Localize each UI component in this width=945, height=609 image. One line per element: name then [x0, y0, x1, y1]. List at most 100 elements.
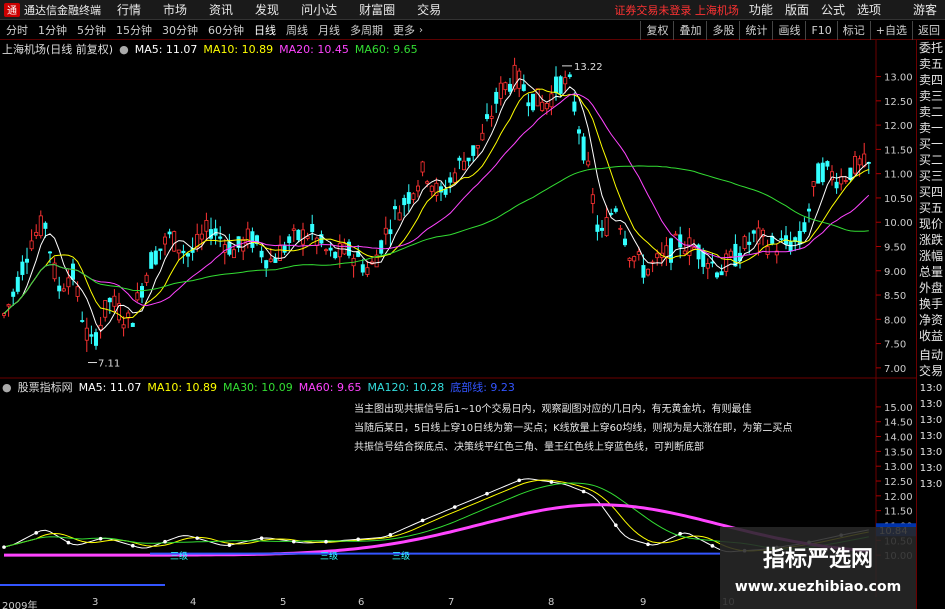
period-60min[interactable]: 60分钟: [208, 22, 244, 38]
period-monthly[interactable]: 月线: [318, 22, 340, 38]
menu-jiaoyi[interactable]: 交易: [417, 1, 441, 18]
quote-item-7[interactable]: 买二: [917, 152, 945, 168]
menu-faxian[interactable]: 发现: [255, 1, 279, 18]
settings-dot-icon[interactable]: ●: [2, 381, 12, 394]
candle-body: [167, 231, 172, 235]
candle-body: [204, 220, 209, 232]
login-notice[interactable]: 证券交易未登录 上海机场: [614, 2, 739, 18]
quote-item-17[interactable]: 净资: [917, 312, 945, 328]
candle-body: [328, 247, 333, 251]
menu-gongneng[interactable]: 功能: [749, 1, 773, 18]
quote-item-3[interactable]: 卖三: [917, 88, 945, 104]
candle-body: [540, 101, 545, 111]
ind-y-tick-label: 15.00: [884, 403, 913, 414]
ind-signal-dot: [98, 536, 103, 541]
ind-signal-dot: [485, 491, 489, 496]
guest-button[interactable]: 游客: [913, 1, 937, 18]
menu-shichang[interactable]: 市场: [163, 1, 187, 18]
y-tick-label: 11.50: [884, 145, 913, 156]
tool-fanhui[interactable]: 返回: [912, 20, 945, 40]
candle-body: [57, 285, 62, 292]
candle-body: [323, 249, 328, 252]
period-15min[interactable]: 15分钟: [116, 22, 152, 38]
candle-body: [185, 253, 190, 257]
tool-tongji[interactable]: 统计: [739, 20, 772, 40]
period-multi[interactable]: 多周期: [350, 22, 383, 38]
quote-time-2: 13:0: [919, 415, 943, 426]
period-1min[interactable]: 1分钟: [38, 22, 67, 38]
tool-huaxian[interactable]: 画线: [772, 20, 805, 40]
chevron-right-icon[interactable]: ›: [419, 25, 423, 36]
tool-diejia[interactable]: 叠加: [673, 20, 706, 40]
candle-body: [751, 230, 756, 234]
candle-body: [162, 236, 167, 245]
tool-f10[interactable]: F10: [805, 20, 836, 40]
quote-item-20[interactable]: 交易: [917, 363, 945, 379]
candle-body: [641, 265, 646, 278]
candle-body: [365, 267, 370, 275]
period-weekly[interactable]: 周线: [286, 22, 308, 38]
quote-item-2[interactable]: 卖四: [917, 72, 945, 88]
candle-body: [475, 145, 480, 149]
candle-body: [420, 161, 425, 173]
quote-item-12[interactable]: 涨跌: [917, 232, 945, 248]
ind-y-tick-label: 14.50: [884, 418, 913, 429]
candle-body: [195, 233, 200, 248]
candle-body: [43, 222, 48, 229]
quote-item-14[interactable]: 总量: [917, 264, 945, 280]
quote-item-9[interactable]: 买四: [917, 184, 945, 200]
quote-item-13[interactable]: 涨幅: [917, 248, 945, 264]
quote-item-15[interactable]: 外盘: [917, 280, 945, 296]
menu-banmian[interactable]: 版面: [785, 1, 809, 18]
candle-body: [199, 233, 204, 240]
candle-body: [857, 158, 862, 166]
quote-item-16[interactable]: 换手: [917, 296, 945, 312]
tool-duogu[interactable]: 多股: [706, 20, 739, 40]
menu-gongshi[interactable]: 公式: [821, 1, 845, 18]
watermark-url: www.xuezhibiao.com: [734, 579, 902, 595]
menu-xuanxiang[interactable]: 选项: [857, 1, 881, 18]
x-tick-label: 6: [358, 597, 365, 608]
candle-body: [11, 291, 16, 297]
period-fenshi[interactable]: 分时: [6, 22, 28, 38]
tool-zixuan[interactable]: +自选: [869, 20, 912, 40]
menu-wenxiaoda[interactable]: 问小达: [301, 1, 337, 18]
period-daily[interactable]: 日线: [254, 22, 276, 38]
y-tick-label: 10.50: [884, 194, 913, 205]
low-price-label: 7.11: [98, 359, 120, 370]
quote-item-5[interactable]: 卖一: [917, 120, 945, 136]
candle-body: [807, 208, 812, 212]
quote-item-11[interactable]: 现价: [917, 216, 945, 232]
ind-signal-dot: [420, 518, 425, 523]
candle-body: [415, 185, 420, 192]
tool-biaoji[interactable]: 标记: [836, 20, 870, 40]
menu-zixun[interactable]: 资讯: [209, 1, 233, 18]
quote-item-8[interactable]: 买三: [917, 168, 945, 184]
menu-hangqing[interactable]: 行情: [117, 1, 141, 18]
quote-item-0[interactable]: 委托: [917, 40, 945, 56]
tool-fuquan[interactable]: 复权: [640, 20, 673, 40]
candle-body: [627, 257, 632, 261]
y-tick-label: 7.50: [884, 340, 906, 351]
ind-signal-dot: [2, 545, 6, 549]
period-30min[interactable]: 30分钟: [162, 22, 198, 38]
ind-y-tick-label: 12.00: [884, 492, 913, 503]
menu-caifuquan[interactable]: 财富圈: [359, 1, 395, 18]
candle-body: [429, 185, 434, 192]
quote-item-1[interactable]: 卖五: [917, 56, 945, 72]
quote-item-10[interactable]: 买五: [917, 200, 945, 216]
kline-chart[interactable]: 13.00 12.50 12.00 11.50 11.00 10.50 10.00 9.50 9…: [0, 40, 916, 597]
settings-dot-icon[interactable]: ●: [119, 43, 129, 56]
candle-body: [581, 136, 586, 161]
candle-body: [112, 295, 117, 307]
quote-item-19[interactable]: 自动: [917, 347, 945, 363]
ind-y-tick-label: 12.50: [884, 477, 913, 488]
ind-y-tick-label: 14.00: [884, 433, 913, 444]
quote-item-6[interactable]: 买一: [917, 136, 945, 152]
ma20-label: MA20: 10.45: [279, 42, 349, 56]
quote-item-18[interactable]: 收益: [917, 328, 945, 344]
period-more[interactable]: 更多: [393, 22, 415, 38]
y-tick-label: 11.00: [884, 170, 913, 181]
quote-item-4[interactable]: 卖二: [917, 104, 945, 120]
period-5min[interactable]: 5分钟: [77, 22, 106, 38]
